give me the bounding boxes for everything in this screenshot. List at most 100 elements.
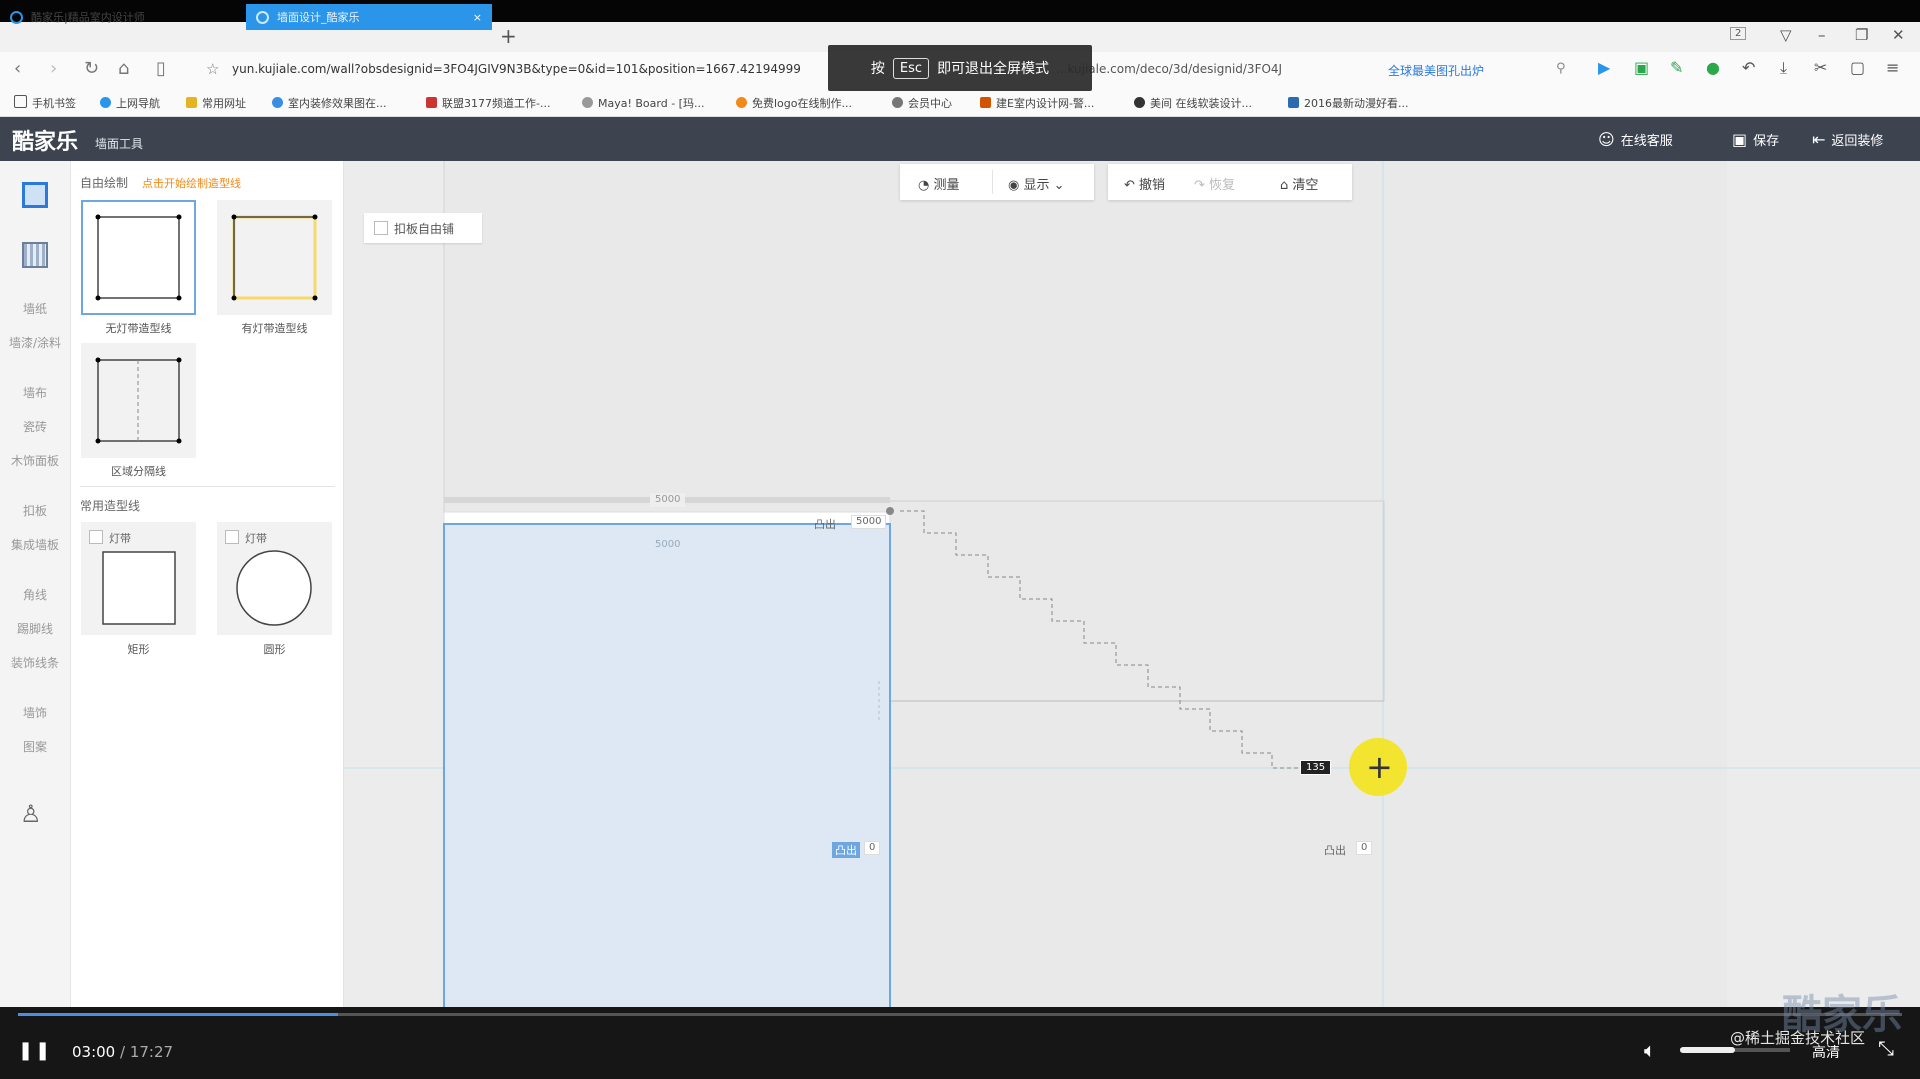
quality-selector[interactable]: 高清 xyxy=(1812,1042,1840,1062)
toast-suffix: 即可退出全屏模式 xyxy=(937,61,1050,77)
fullscreen-toast: 按 Esc 即可退出全屏模式 xyxy=(828,45,1092,91)
wall-convex-label: 凸出 xyxy=(1324,844,1346,857)
free-gusset-toggle[interactable]: 扣板自由铺 xyxy=(364,213,482,243)
checkbox[interactable] xyxy=(89,530,103,544)
tab-count-badge[interactable]: 2 xyxy=(1730,27,1747,40)
menu-icon[interactable]: ≡ xyxy=(1886,58,1899,77)
shape-label: 圆形 xyxy=(263,643,286,656)
online-service-button[interactable]: ☺ 在线客服 xyxy=(1598,130,1673,149)
bookmark-item[interactable]: 会员中心 xyxy=(892,95,952,111)
bookmark-item[interactable]: 常用网址 xyxy=(186,95,246,111)
bookmark-item[interactable]: 建E室内设计网-警... xyxy=(980,95,1094,111)
play-icon[interactable]: ▶ xyxy=(1598,58,1610,77)
bookmark-item[interactable]: 上网导航 xyxy=(100,95,160,111)
display-dropdown[interactable]: ◉ 显示 ⌄ xyxy=(1008,174,1065,193)
sidebar-item-pattern[interactable]: 图案 xyxy=(6,740,64,754)
sidebar-item-wood-veneer[interactable]: 木饰面板 xyxy=(6,454,64,468)
download-icon[interactable]: ⤓ xyxy=(1780,58,1787,78)
undo-browser-icon[interactable]: ↶ xyxy=(1742,58,1755,77)
extension-icon[interactable]: ▣ xyxy=(1634,58,1649,77)
eye-icon: ◉ xyxy=(1008,178,1024,193)
sidebar-item-corner-line[interactable]: 角线 xyxy=(6,588,64,602)
sidebar-item-paint[interactable]: 墙漆/涂料 xyxy=(6,336,64,350)
clear-button[interactable]: ⌂ 清空 xyxy=(1280,174,1318,193)
undo-button[interactable]: ↶ 撤销 xyxy=(1124,174,1165,193)
sidebar-item-tile[interactable]: 瓷砖 xyxy=(6,420,64,434)
rect-shape-card[interactable]: 灯带 xyxy=(81,522,196,635)
restore-icon[interactable]: ❐ xyxy=(1855,26,1868,44)
close-window-icon[interactable]: ✕ xyxy=(1892,26,1905,44)
refresh-icon[interactable]: ↻ xyxy=(84,58,99,79)
no-light-line-tool[interactable] xyxy=(81,200,196,315)
skin-icon[interactable]: ▽ xyxy=(1780,26,1792,44)
strip-convex-label: 凸出 xyxy=(814,518,836,531)
progress-fill xyxy=(18,1013,339,1016)
new-tab-button[interactable]: + xyxy=(500,24,517,48)
reader-icon[interactable]: ▯ xyxy=(156,58,166,79)
dimension-label-top: 5000 xyxy=(650,493,686,507)
sidebar-item-gusset[interactable]: 扣板 xyxy=(6,504,64,518)
strip-convex-value[interactable]: 5000 xyxy=(851,515,887,529)
cut-icon[interactable]: ✂ xyxy=(1814,58,1827,77)
panel-tool-icon[interactable] xyxy=(22,242,48,268)
pause-icon[interactable]: ❚❚ xyxy=(18,1040,52,1061)
sidebar-item-wallcloth[interactable]: 墙布 xyxy=(6,386,64,400)
volume-icon[interactable]: 🔈︎ xyxy=(1644,1038,1656,1062)
tool-label: 无灯带造型线 xyxy=(105,322,172,335)
light-line-tool[interactable] xyxy=(217,200,332,315)
back-icon[interactable]: ‹ xyxy=(14,58,21,79)
bookmark-item[interactable]: 2016最新动漫好看... xyxy=(1288,95,1408,111)
save-icon: ▣ xyxy=(1732,130,1748,149)
redo-icon: ↷ xyxy=(1194,178,1210,193)
rect-convex-value[interactable]: 0 xyxy=(864,841,881,855)
back-to-decoration-button[interactable]: ⇤ 返回装修 xyxy=(1812,130,1883,149)
circle-shape-card[interactable]: 灯带 xyxy=(217,522,332,635)
sidebar-item-decor-line[interactable]: 装饰线条 xyxy=(6,656,64,670)
toast-prefix: 按 xyxy=(870,61,885,77)
save-button[interactable]: ▣ 保存 xyxy=(1732,130,1779,149)
redo-button[interactable]: ↷ 恢复 xyxy=(1194,174,1235,193)
sidebar-item-integrated-panel[interactable]: 集成墙板 xyxy=(6,538,64,552)
sidebar-item-wallpaper[interactable]: 墙纸 xyxy=(6,302,64,316)
chat-icon[interactable]: ● xyxy=(1706,58,1720,77)
minimize-icon[interactable]: – xyxy=(1818,26,1826,44)
sidebar-item-skirting[interactable]: 踢脚线 xyxy=(6,622,64,636)
bookmark-item[interactable]: 室内装修效果图在... xyxy=(272,95,387,111)
search-icon[interactable]: ⚲ xyxy=(1556,61,1566,76)
area-divider-icon xyxy=(95,357,182,444)
bookmark-item[interactable]: 手机书签 xyxy=(14,95,76,111)
sidebar-item-wall-decor[interactable]: 墙饰 xyxy=(6,706,64,720)
bookmark-item[interactable]: 联盟3177频道工作-... xyxy=(426,95,550,111)
canvas-drawing xyxy=(344,161,1920,1007)
bag-icon[interactable]: ▢ xyxy=(1850,58,1865,77)
checkbox[interactable] xyxy=(374,221,388,235)
bookmark-item[interactable]: 免费logo在线制作... xyxy=(736,95,852,111)
checkbox[interactable] xyxy=(225,530,239,544)
fullscreen-exit-icon[interactable]: ⤡ xyxy=(1878,1036,1894,1060)
browser-tab-wall-design[interactable]: 墙面设计_酷家乐 × xyxy=(246,4,492,30)
wall-convex-value[interactable]: 0 xyxy=(1356,841,1373,855)
edit-icon[interactable]: ✎ xyxy=(1670,58,1683,77)
area-divider-tool[interactable] xyxy=(81,343,196,458)
promo-link[interactable]: 全球最美图孔出炉 xyxy=(1388,62,1484,79)
bookmark-item[interactable]: Maya! Board - [玛... xyxy=(582,95,704,111)
user-star-icon[interactable]: ♙ xyxy=(20,800,42,828)
measure-button[interactable]: ◔ 测量 xyxy=(918,174,960,193)
home-icon[interactable]: ⌂ xyxy=(118,58,129,79)
close-tab-icon[interactable]: × xyxy=(473,11,482,24)
common-lines-title: 常用造型线 xyxy=(80,499,141,513)
undo-icon: ↶ xyxy=(1124,178,1140,193)
tab-title: 酷家乐|精品室内设计师 xyxy=(31,11,145,24)
favorite-star-icon[interactable]: ☆ xyxy=(206,60,219,78)
draw-tool-icon[interactable] xyxy=(22,182,48,208)
light-strip-checkbox[interactable]: 灯带 xyxy=(225,530,267,546)
kujiale-tab-icon xyxy=(10,10,23,24)
free-draw-title: 自由绘制 xyxy=(80,176,129,190)
browser-tab-kujiale[interactable]: 酷家乐|精品室内设计师 xyxy=(0,4,245,30)
light-strip-checkbox[interactable]: 灯带 xyxy=(89,530,131,546)
video-player-bar xyxy=(0,1007,1920,1079)
measure-icon: ◔ xyxy=(918,178,934,193)
url-field[interactable]: yun.kujiale.com/wall?obsdesignid=3FO4JGI… xyxy=(232,62,832,76)
forward-icon[interactable]: › xyxy=(50,58,57,79)
bookmark-item[interactable]: 美间 在线软装设计... xyxy=(1134,95,1252,111)
